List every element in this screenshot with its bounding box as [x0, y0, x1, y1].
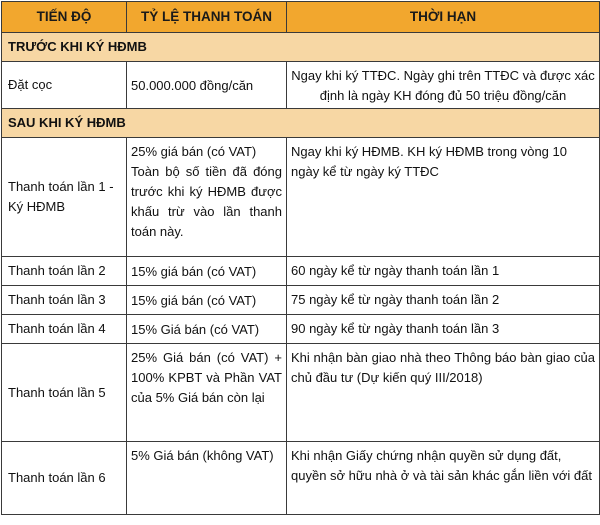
rate-cell: 15% giá bán (có VAT) — [126, 285, 287, 315]
header-row: TIẾN ĐỘ TỶ LỆ THANH TOÁN THỜI HẠN — [1, 1, 600, 33]
term-cell: 90 ngày kể từ ngày thanh toán lần 3 — [286, 314, 600, 344]
payment-table: TIẾN ĐỘ TỶ LỆ THANH TOÁN THỜI HẠN TRƯỚC … — [1, 1, 600, 515]
table-row: Thanh toán lần 2 15% giá bán (có VAT) 60… — [1, 256, 600, 286]
rate-note: Toàn bộ số tiền đã đóng trước khi ký HĐM… — [131, 164, 282, 239]
rate-cell: 25% Giá bán (có VAT) + 100% KPBT và Phần… — [126, 343, 287, 442]
section-after-contract: SAU KHI KÝ HĐMB — [1, 108, 600, 138]
payment-schedule: TIẾN ĐỘ TỶ LỆ THANH TOÁN THỜI HẠN TRƯỚC … — [0, 0, 600, 525]
stage-cell: Đặt cọc — [1, 61, 127, 109]
rate-cell: 50.000.000 đồng/căn — [126, 61, 287, 109]
header-stage: TIẾN ĐỘ — [1, 1, 127, 33]
section-title: TRƯỚC KHI KÝ HĐMB — [1, 32, 600, 62]
term-cell: Khi nhận bàn giao nhà theo Thông báo bàn… — [286, 343, 600, 442]
table-row: Thanh toán lần 6 5% Giá bán (không VAT) … — [1, 441, 600, 515]
term-cell: Khi nhận Giấy chứng nhận quyền sử dụng đ… — [286, 441, 600, 515]
header-rate: TỶ LỆ THANH TOÁN — [126, 1, 287, 33]
stage-cell: Thanh toán lần 4 — [1, 314, 127, 344]
rate-cell: 15% giá bán (có VAT) — [126, 256, 287, 286]
table-row: Thanh toán lần 1 - Ký HĐMB 25% giá bán (… — [1, 137, 600, 257]
term-cell: Ngay khi ký TTĐC. Ngày ghi trên TTĐC và … — [286, 61, 600, 109]
rate-text: 25% giá bán (có VAT) — [131, 144, 257, 159]
stage-cell: Thanh toán lần 6 — [1, 441, 127, 515]
rate-cell: 25% giá bán (có VAT) Toàn bộ số tiền đã … — [126, 137, 287, 257]
stage-cell: Thanh toán lần 3 — [1, 285, 127, 315]
table-row: Thanh toán lần 3 15% giá bán (có VAT) 75… — [1, 285, 600, 315]
term-cell: 60 ngày kể từ ngày thanh toán lần 1 — [286, 256, 600, 286]
header-term: THỜI HẠN — [286, 1, 600, 33]
stage-cell: Thanh toán lần 5 — [1, 343, 127, 442]
stage-cell: Thanh toán lần 2 — [1, 256, 127, 286]
stage-cell: Thanh toán lần 1 - Ký HĐMB — [1, 137, 127, 257]
table-row: Đặt cọc 50.000.000 đồng/căn Ngay khi ký … — [1, 61, 600, 109]
table-row: Thanh toán lần 5 25% Giá bán (có VAT) + … — [1, 343, 600, 442]
table-row: Thanh toán lần 4 15% Giá bán (có VAT) 90… — [1, 314, 600, 344]
section-before-contract: TRƯỚC KHI KÝ HĐMB — [1, 32, 600, 62]
rate-cell: 5% Giá bán (không VAT) — [126, 441, 287, 515]
section-title: SAU KHI KÝ HĐMB — [1, 108, 600, 138]
term-cell: 75 ngày kể từ ngày thanh toán lần 2 — [286, 285, 600, 315]
rate-cell: 15% Giá bán (có VAT) — [126, 314, 287, 344]
term-cell: Ngay khi ký HĐMB. KH ký HĐMB trong vòng … — [286, 137, 600, 257]
